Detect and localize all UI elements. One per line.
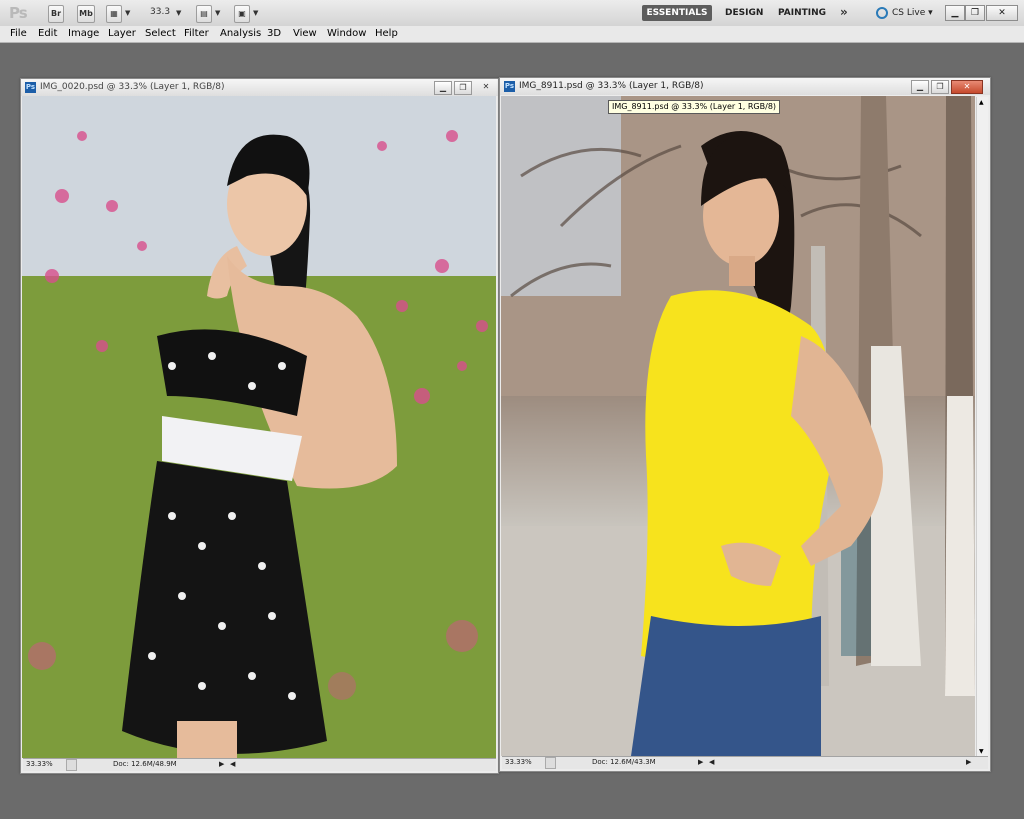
launch-mini-bridge-button[interactable]: Mb <box>77 5 95 23</box>
document-1-scroll-left-icon[interactable]: ◀ <box>230 760 235 768</box>
document-1-close-button[interactable]: ✕ <box>478 81 494 93</box>
document-2-title: IMG_8911.psd @ 33.3% (Layer 1, RGB/8) <box>519 81 704 91</box>
zoom-dropdown-icon[interactable]: ▼ <box>176 9 181 17</box>
photo-woman-polka-dot-dress <box>22 96 496 758</box>
workspace-essentials-button[interactable]: ESSENTIALS <box>642 5 712 21</box>
menu-layer[interactable]: Layer <box>108 28 136 39</box>
workspace-design-button[interactable]: DESIGN <box>725 8 763 18</box>
menu-select[interactable]: Select <box>145 28 176 39</box>
document-2-scroll-right-icon[interactable]: ▶ <box>966 758 971 766</box>
app-restore-button[interactable]: ❐ <box>965 5 985 21</box>
document-title-tooltip: IMG_8911.psd @ 33.3% (Layer 1, RGB/8) <box>608 100 781 114</box>
menu-edit[interactable]: Edit <box>38 28 57 39</box>
document-2-status-bar: 33.33% Doc: 12.6M/43.3M ▶ ◀ ▶ <box>502 756 988 769</box>
document-2-title-bar[interactable]: Ps IMG_8911.psd @ 33.3% (Layer 1, RGB/8)… <box>500 78 990 95</box>
photo-woman-yellow-shirt <box>501 96 975 756</box>
arrange-dropdown-icon[interactable]: ▼ <box>215 9 220 17</box>
document-1-canvas[interactable] <box>22 96 496 758</box>
document-1-status-bar: 33.33% Doc: 12.6M/48.9M ▶ ◀ <box>23 758 496 771</box>
document-2-status-icon[interactable] <box>545 757 556 769</box>
document-1-zoom[interactable]: 33.33% <box>26 760 53 768</box>
document-1-title-bar[interactable]: Ps IMG_0020.psd @ 33.3% (Layer 1, RGB/8)… <box>21 79 498 96</box>
workspace-painting-button[interactable]: PAINTING <box>778 8 826 18</box>
arrange-documents-button[interactable]: ▤ <box>196 5 212 23</box>
document-2-restore-button[interactable]: ❐ <box>931 80 949 94</box>
scroll-up-icon[interactable]: ▲ <box>979 99 984 106</box>
document-2-doc-size: Doc: 12.6M/43.3M <box>592 758 656 766</box>
view-extras-button[interactable]: ▦ <box>106 5 122 23</box>
grid-icon: ▦ <box>110 9 118 18</box>
menu-help[interactable]: Help <box>375 28 398 39</box>
document-1-status-menu-arrow-icon[interactable]: ▶ <box>219 760 224 768</box>
cs-live-menu[interactable]: CS Live ▾ <box>892 8 933 18</box>
document-1-title: IMG_0020.psd @ 33.3% (Layer 1, RGB/8) <box>40 82 225 92</box>
app-close-button[interactable]: ✕ <box>986 5 1018 21</box>
scroll-down-icon[interactable]: ▼ <box>979 748 984 755</box>
document-2-status-menu-arrow-icon[interactable]: ▶ <box>698 758 703 766</box>
document-2-close-button[interactable]: ✕ <box>951 80 983 94</box>
menu-view[interactable]: View <box>293 28 317 39</box>
document-2-minimize-button[interactable]: ▁ <box>911 80 929 94</box>
screen-mode-dropdown-icon[interactable]: ▼ <box>253 9 258 17</box>
screen-mode-icon: ▣ <box>238 9 246 18</box>
document-1-status-icon[interactable] <box>66 759 77 771</box>
document-1-doc-size: Doc: 12.6M/48.9M <box>113 760 177 768</box>
view-extras-dropdown-icon[interactable]: ▼ <box>125 9 130 17</box>
menu-analysis[interactable]: Analysis <box>220 28 261 39</box>
launch-bridge-button[interactable]: Br <box>48 5 64 23</box>
document-2-vertical-scrollbar[interactable]: ▲ ▼ <box>976 97 988 757</box>
arrange-icon: ▤ <box>200 9 208 18</box>
document-2-zoom[interactable]: 33.33% <box>505 758 532 766</box>
menu-file[interactable]: File <box>10 28 27 39</box>
ps-document-icon: Ps <box>504 81 515 92</box>
document-1-minimize-button[interactable]: ▁ <box>434 81 452 95</box>
document-2-canvas[interactable] <box>501 96 975 756</box>
app-minimize-button[interactable]: ▁ <box>945 5 965 21</box>
menu-window[interactable]: Window <box>327 28 366 39</box>
document-1-restore-button[interactable]: ❐ <box>454 81 472 95</box>
menu-image[interactable]: Image <box>68 28 99 39</box>
menu-3d[interactable]: 3D <box>267 28 281 39</box>
menu-filter[interactable]: Filter <box>184 28 209 39</box>
application-bar: Ps Br Mb ▦ ▼ 33.3 ▼ ▤ ▼ ▣ ▼ ESSENTIALS D… <box>0 0 1024 27</box>
photoshop-logo: Ps <box>9 4 28 22</box>
document-2-scroll-left-icon[interactable]: ◀ <box>709 758 714 766</box>
zoom-level-field[interactable]: 33.3 <box>150 7 170 17</box>
screen-mode-button[interactable]: ▣ <box>234 5 250 23</box>
more-workspaces-icon[interactable]: » <box>840 5 848 19</box>
cs-live-icon[interactable] <box>876 7 888 19</box>
ps-document-icon: Ps <box>25 82 36 93</box>
